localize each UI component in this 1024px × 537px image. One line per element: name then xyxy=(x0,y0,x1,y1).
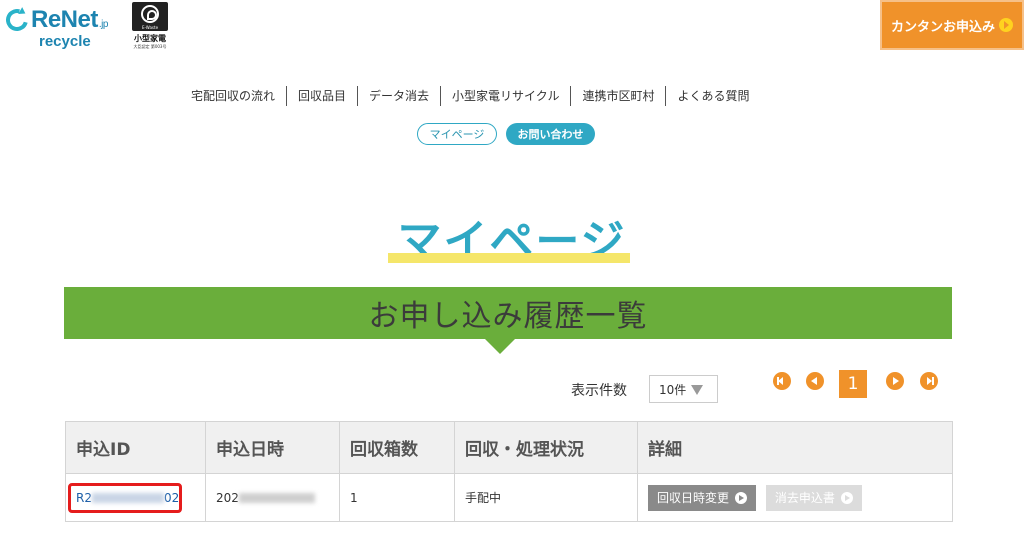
nav-item-partner-municipalities[interactable]: 連携市区町村 xyxy=(570,86,665,106)
badge-label: 小型家電 xyxy=(134,34,166,43)
recycle-icon xyxy=(1,4,33,36)
last-page-icon[interactable] xyxy=(920,372,938,390)
easy-apply-label: カンタンお申込み xyxy=(890,19,995,35)
renet-logo[interactable]: ReNet.jp recycle xyxy=(1,4,118,50)
redacted-date xyxy=(238,493,315,503)
arrow-right-circle-icon xyxy=(840,491,853,504)
mypage-button[interactable]: マイページ xyxy=(417,123,497,145)
arrow-right-circle-icon xyxy=(999,18,1013,32)
e-waste-mark-icon: E-Waste xyxy=(132,2,168,31)
history-banner: お申し込み履歴一覧 xyxy=(64,287,952,339)
display-count-label: 表示件数 xyxy=(571,383,627,399)
col-application-id: 申込ID xyxy=(65,421,206,474)
details-cell: 回収日時変更 消去申込書 xyxy=(637,473,953,522)
erasure-application-label: 消去申込書 xyxy=(774,491,835,505)
logo-brand: ReNet.jp xyxy=(31,6,108,33)
previous-page-icon[interactable] xyxy=(806,372,824,390)
contact-button[interactable]: お問い合わせ xyxy=(506,123,595,145)
application-id-cell[interactable]: R2 02 xyxy=(65,473,206,522)
first-page-icon[interactable] xyxy=(773,372,791,390)
caret-down-icon xyxy=(691,385,703,395)
change-collection-date-label: 回収日時変更 xyxy=(657,491,730,505)
easy-apply-button[interactable]: カンタンお申込み xyxy=(880,0,1024,50)
display-count-value: 10件 xyxy=(659,382,687,397)
banner-pointer xyxy=(484,338,516,354)
logo-subtitle: recycle xyxy=(39,33,91,50)
badge-note: 大臣認定 第003号 xyxy=(133,44,167,49)
change-collection-date-button[interactable]: 回収日時変更 xyxy=(648,484,757,511)
application-date-cell: 202 xyxy=(205,473,340,522)
col-status: 回収・処理状況 xyxy=(454,421,638,474)
table-header-row: 申込ID 申込日時 回収箱数 回収・処理状況 詳細 xyxy=(65,421,953,474)
nav-item-small-appliance-recycling[interactable]: 小型家電リサイクル xyxy=(440,86,570,106)
erasure-application-button[interactable]: 消去申込書 xyxy=(765,484,862,511)
col-application-date: 申込日時 xyxy=(205,421,340,474)
display-count-select[interactable]: 10件 xyxy=(649,375,718,403)
table-row: R2 02 202 1 手配中 回収日時変更 消去申込書 xyxy=(65,473,953,522)
main-nav: 宅配回収の流れ 回収品目 データ消去 小型家電リサイクル 連携市区町村 よくある… xyxy=(180,86,760,106)
history-banner-title: お申し込み履歴一覧 xyxy=(368,299,648,334)
status-cell: 手配中 xyxy=(454,473,638,522)
nav-item-collection-items[interactable]: 回収品目 xyxy=(286,86,357,106)
arrow-right-circle-icon xyxy=(735,491,748,504)
col-box-count: 回収箱数 xyxy=(339,421,455,474)
nav-item-data-erasure[interactable]: データ消去 xyxy=(357,86,440,106)
certification-badge: E-Waste 小型家電 大臣認定 第003号 xyxy=(130,2,170,52)
nav-item-faq[interactable]: よくある質問 xyxy=(665,86,760,106)
highlight-box xyxy=(68,483,182,513)
next-page-icon[interactable] xyxy=(886,372,904,390)
application-history-table: 申込ID 申込日時 回収箱数 回収・処理状況 詳細 R2 02 202 1 手配中… xyxy=(65,421,953,522)
col-details: 詳細 xyxy=(637,421,953,474)
application-date-prefix: 202 xyxy=(216,490,239,505)
title-underline xyxy=(388,253,630,263)
nav-item-delivery-flow[interactable]: 宅配回収の流れ xyxy=(180,86,286,106)
current-page-button[interactable]: 1 xyxy=(839,370,867,398)
box-count-cell: 1 xyxy=(339,473,455,522)
